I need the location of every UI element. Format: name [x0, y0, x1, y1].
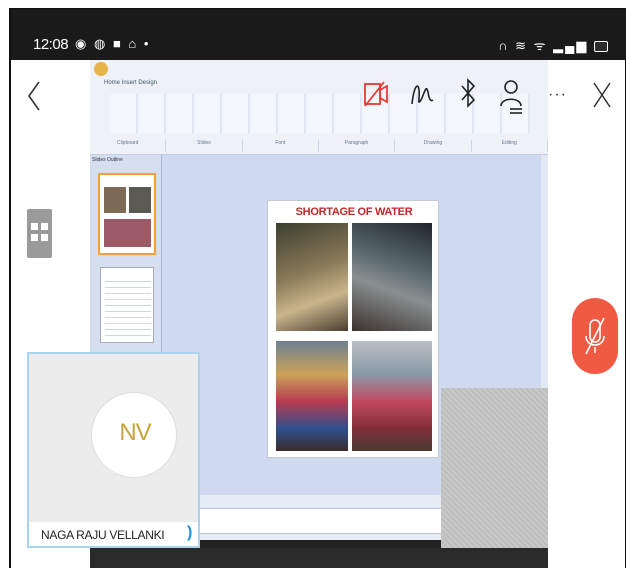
participant-name-bar: NAGA RAJU VELLANKI ) [29, 522, 198, 546]
ribbon-tabs: Home Insert Design [104, 80, 158, 86]
camera-toggle-button[interactable] [362, 76, 390, 112]
participants-icon [500, 80, 522, 114]
frame-border [9, 8, 11, 568]
slide-photo-4 [352, 341, 432, 451]
thumbnail-table [105, 278, 151, 336]
current-slide: SHORTAGE OF WATER [267, 200, 439, 458]
battery-icon [594, 41, 608, 53]
status-left-icons: ◉ ◍ ■ ⌂ • [75, 36, 150, 52]
slide-thumbnail-2 [100, 267, 154, 343]
status-time: 12:08 [33, 36, 69, 53]
slide-photo-1 [276, 223, 348, 331]
microphone-toggle-button[interactable] [572, 298, 618, 374]
mic-off-icon [585, 317, 605, 355]
more-icon: ··· [548, 86, 567, 103]
participants-button[interactable] [498, 76, 526, 114]
avatar-initials: NV [119, 419, 151, 446]
camera-off-icon [364, 81, 388, 107]
avatar: NV [91, 392, 177, 478]
ribbon-group: Drawing [395, 140, 472, 152]
wifi-icon: ≋ [515, 38, 529, 53]
close-icon [593, 82, 611, 108]
headset-icon: ∩ [498, 38, 510, 53]
notification-icon: ■ [112, 36, 123, 51]
office-button-icon [94, 62, 108, 76]
status-right-icons: ∩ ≋ ᯤ ▂▄▆ [498, 36, 608, 54]
thumbnail-tabs: Slides Outline [92, 157, 123, 163]
bluetooth-button[interactable] [454, 76, 482, 112]
thumbnail-photo [104, 219, 151, 247]
slide-thumbnail-1 [98, 173, 156, 255]
chevron-left-icon [28, 81, 40, 111]
share-bottom-strip [90, 548, 548, 568]
thumbnail-photo [104, 187, 126, 213]
speaking-indicator-icon: ) [187, 524, 193, 541]
vpn-icon: ◍ [93, 36, 108, 51]
ribbon-groups: Clipboard Slides Font Paragraph Drawing … [90, 140, 548, 152]
app-window: 12:08 ◉ ◍ ■ ⌂ • ∩ ≋ ᯤ ▂▄▆ Home Insert De… [0, 0, 626, 573]
ribbon-group: Editing [472, 140, 548, 152]
slide-photo-3 [276, 341, 348, 451]
draw-icon [411, 85, 434, 105]
bluetooth-icon [461, 78, 476, 108]
thumbnail-photo [129, 187, 151, 213]
annotate-button[interactable] [408, 76, 436, 112]
back-button[interactable] [27, 80, 41, 120]
ribbon-group: Font [243, 140, 319, 152]
status-bar: 12:08 ◉ ◍ ■ ⌂ • ∩ ≋ ᯤ ▂▄▆ [11, 9, 626, 60]
participant-name: NAGA RAJU VELLANKI [41, 528, 165, 542]
app-icon: ⌂ [128, 36, 139, 51]
dot-icon: • [143, 36, 151, 51]
layout-toggle-button[interactable] [27, 209, 52, 258]
whatsapp-icon: ◉ [75, 36, 89, 51]
call-signal-icon: ᯤ [533, 38, 548, 53]
slide-photo-2 [352, 223, 432, 331]
slide-title: SHORTAGE OF WATER [295, 206, 413, 218]
signal-icon: ▂▄▆ [553, 38, 589, 53]
close-button[interactable] [592, 80, 612, 110]
self-video-tile[interactable]: NV NAGA RAJU VELLANKI ) [27, 352, 200, 548]
more-button[interactable]: ··· [548, 86, 567, 104]
ribbon-group: Paragraph [319, 140, 396, 152]
video-placeholder [441, 388, 548, 548]
ribbon-group: Clipboard [90, 140, 167, 152]
ribbon-group: Slides [166, 140, 243, 152]
